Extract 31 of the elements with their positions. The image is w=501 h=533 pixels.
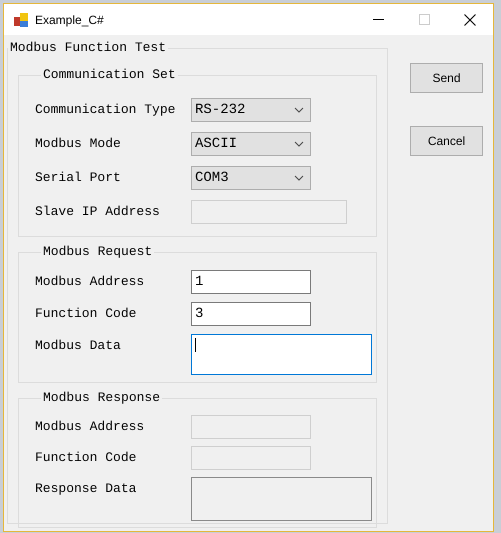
chevron-down-icon — [294, 141, 304, 147]
chevron-down-icon — [294, 175, 304, 181]
text-area[interactable] — [191, 334, 372, 375]
field-label: Modbus Address — [35, 418, 146, 436]
dropdown[interactable]: RS-232 — [191, 98, 311, 122]
field-label: Response Data — [35, 480, 138, 498]
dialog-button[interactable]: Send — [410, 63, 483, 93]
minimize-icon — [372, 19, 384, 20]
group-title: Communication Set — [42, 67, 177, 83]
field-label: Modbus Address — [35, 273, 146, 291]
group-title: Modbus Response — [42, 390, 162, 406]
text-field[interactable]: 1 — [191, 270, 311, 294]
field-label: Function Code — [35, 449, 138, 467]
window-title: Example_C# — [35, 12, 104, 28]
group-title: Modbus Request — [42, 244, 154, 260]
field-label: Serial Port — [35, 169, 122, 187]
maximize-icon — [418, 14, 430, 25]
field-label: Modbus Data — [35, 337, 122, 355]
close-icon — [464, 14, 476, 26]
field-label: Slave IP Address — [35, 203, 161, 221]
field-label: Modbus Mode — [35, 135, 122, 153]
chevron-down-icon — [294, 107, 304, 113]
dropdown[interactable]: ASCII — [191, 132, 311, 156]
field-label: Communication Type — [35, 101, 176, 119]
text-cursor — [195, 338, 196, 352]
group-title: Modbus Function Test — [9, 40, 168, 56]
dropdown[interactable]: COM3 — [191, 166, 311, 190]
field-label: Function Code — [35, 305, 138, 323]
text-field[interactable]: 3 — [191, 302, 311, 326]
app-icon — [13, 12, 29, 28]
dialog-button[interactable]: Cancel — [410, 126, 483, 156]
